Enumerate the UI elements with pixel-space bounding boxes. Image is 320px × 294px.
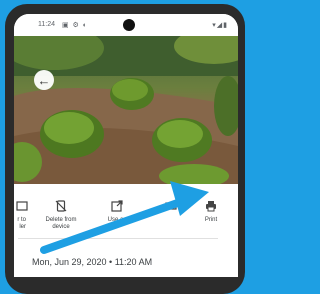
screen-icon (165, 202, 177, 210)
system-icons: ▾◢▮ (212, 22, 228, 29)
back-arrow-icon: ← (37, 72, 51, 88)
action-print-label: Print (204, 217, 218, 223)
photo-view[interactable]: ← (14, 36, 238, 184)
notification-icons: ▣ ⚙ ◐ (62, 22, 89, 29)
delete-from-device-icon (55, 200, 67, 212)
action-print[interactable]: Print (188, 200, 234, 224)
action-archive[interactable]: r to ler (14, 200, 30, 231)
action-delete-from-device[interactable]: Delete from device (38, 200, 84, 231)
action-archive-label: r to ler (17, 217, 26, 230)
archive-icon (16, 201, 28, 211)
status-bar: 11:24 ▣ ⚙ ◐ ▾◢▮ (14, 14, 238, 36)
printer-icon (206, 201, 216, 212)
back-button[interactable]: ← (34, 70, 54, 90)
status-time: 11:24 (38, 21, 55, 28)
action-use-as-label: Use as (107, 217, 127, 223)
action-delete-label: Delete from device (45, 217, 77, 230)
divider (18, 238, 218, 239)
photo-date: Mon, Jun 29, 2020 • 11:20 AM (32, 257, 153, 267)
open-external-icon (111, 200, 123, 212)
action-use-as[interactable]: Use as (94, 200, 140, 224)
garden-photo (14, 36, 238, 184)
front-camera (123, 19, 135, 31)
